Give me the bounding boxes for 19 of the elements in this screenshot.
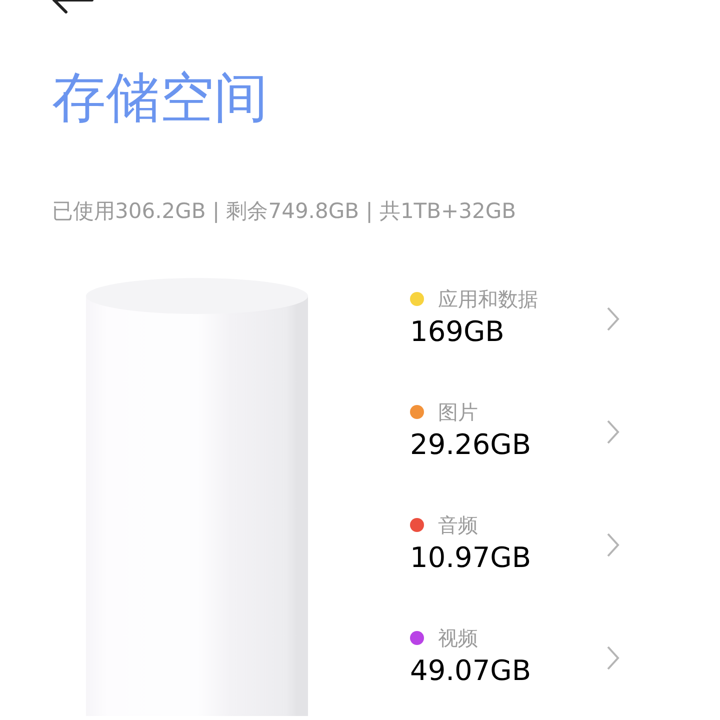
storage-category-item[interactable]: 视频 49.07GB: [410, 625, 620, 691]
storage-category-item[interactable]: 音频 10.97GB: [410, 512, 620, 578]
storage-summary: 已使用306.2GB | 剩余749.8GB | 共1TB+32GB: [52, 198, 518, 225]
category-size: 29.26GB: [410, 427, 532, 463]
category-size: 10.97GB: [410, 540, 532, 576]
category-label: 音频: [438, 512, 478, 538]
back-icon[interactable]: [52, 0, 96, 14]
category-size: 169GB: [410, 314, 506, 350]
chevron-right-icon: [606, 645, 620, 671]
category-size: 49.07GB: [410, 653, 532, 689]
category-label: 视频: [438, 625, 478, 651]
chevron-right-icon: [606, 532, 620, 558]
storage-category-item[interactable]: 应用和数据 169GB: [410, 286, 620, 352]
page-title: 存储空间: [52, 66, 269, 130]
chevron-right-icon: [606, 419, 620, 445]
storage-category-item[interactable]: 图片 29.26GB: [410, 399, 620, 465]
category-label: 应用和数据: [438, 286, 538, 312]
chevron-right-icon: [606, 306, 620, 332]
category-label: 图片: [438, 399, 478, 425]
